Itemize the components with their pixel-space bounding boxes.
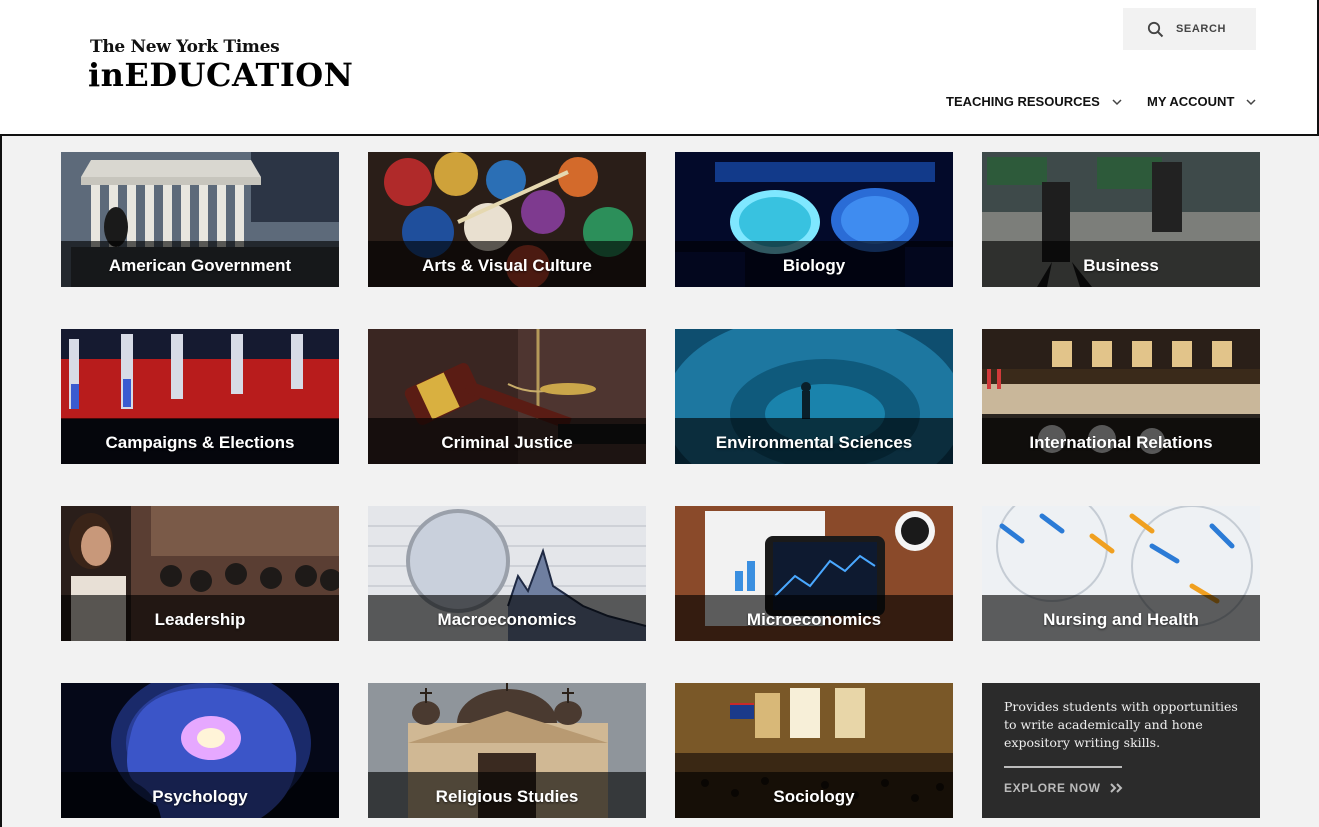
subject-tile-macroeconomics[interactable]: Macroeconomics bbox=[368, 506, 646, 641]
subject-tile-sociology[interactable]: Sociology bbox=[675, 683, 953, 818]
search-button[interactable]: SEARCH bbox=[1123, 8, 1256, 50]
subject-tile-american-government[interactable]: American Government bbox=[61, 152, 339, 287]
chevron-down-icon bbox=[1246, 98, 1256, 105]
search-icon bbox=[1147, 21, 1164, 37]
promo-description: Provides students with opportunities to … bbox=[1004, 699, 1238, 750]
subject-tile-campaigns-elections[interactable]: Campaigns & Elections bbox=[61, 329, 339, 464]
subject-label: Biology bbox=[782, 256, 846, 275]
nav-teaching-resources-label: TEACHING RESOURCES bbox=[946, 94, 1100, 109]
nav-my-account-label: MY ACCOUNT bbox=[1147, 94, 1235, 109]
subject-label: Criminal Justice bbox=[441, 433, 573, 452]
subject-label: Psychology bbox=[152, 787, 248, 806]
subject-tile-international-relations[interactable]: International Relations bbox=[982, 329, 1260, 464]
double-chevron-right-icon bbox=[1109, 783, 1123, 793]
subject-label: Leadership bbox=[154, 610, 246, 629]
subject-label: Environmental Sciences bbox=[715, 433, 913, 452]
subject-label: Macroeconomics bbox=[437, 610, 577, 629]
promo-divider bbox=[1004, 766, 1122, 768]
subject-tile-nursing-health[interactable]: Nursing and Health bbox=[982, 506, 1260, 641]
subject-tile-arts-visual-culture[interactable]: Arts & Visual Culture bbox=[368, 152, 646, 287]
nav-teaching-resources[interactable]: TEACHING RESOURCES bbox=[946, 94, 1124, 109]
subject-label: Sociology bbox=[773, 787, 855, 806]
nav-my-account[interactable]: MY ACCOUNT bbox=[1147, 94, 1258, 109]
explore-now-link[interactable]: EXPLORE NOW bbox=[1004, 781, 1238, 795]
subject-label: Campaigns & Elections bbox=[105, 433, 295, 452]
chevron-down-icon bbox=[1112, 98, 1122, 105]
ineducation-logo[interactable]: inEDUCATION bbox=[88, 56, 353, 94]
subject-label: International Relations bbox=[1029, 433, 1213, 452]
subject-tile-leadership[interactable]: Leadership bbox=[61, 506, 339, 641]
subject-tile-business[interactable]: Business bbox=[982, 152, 1260, 287]
explore-now-label: EXPLORE NOW bbox=[1004, 781, 1101, 795]
site-header: The New York Times inEDUCATION SEARCH TE… bbox=[0, 0, 1319, 136]
subject-label: Arts & Visual Culture bbox=[422, 256, 592, 275]
subject-label: Religious Studies bbox=[435, 787, 579, 806]
subject-label: American Government bbox=[108, 256, 292, 275]
nyt-logo[interactable]: The New York Times bbox=[90, 37, 280, 57]
writing-promo-card[interactable]: Provides students with opportunities to … bbox=[982, 683, 1260, 818]
subject-tile-psychology[interactable]: Psychology bbox=[61, 683, 339, 818]
subject-label: Nursing and Health bbox=[1043, 610, 1199, 629]
subject-tile-criminal-justice[interactable]: Criminal Justice bbox=[368, 329, 646, 464]
subject-tile-environmental-sciences[interactable]: Environmental Sciences bbox=[675, 329, 953, 464]
subject-label: Microeconomics bbox=[746, 610, 882, 629]
subject-grid-area: American Government Arts & Visual Cultur… bbox=[2, 136, 1319, 827]
subject-tile-biology[interactable]: Biology bbox=[675, 152, 953, 287]
subject-tile-religious-studies[interactable]: Religious Studies bbox=[368, 683, 646, 818]
subject-tile-microeconomics[interactable]: Microeconomics bbox=[675, 506, 953, 641]
search-label: SEARCH bbox=[1176, 23, 1227, 35]
subject-grid: American Government Arts & Visual Cultur… bbox=[61, 152, 1260, 818]
subject-label: Business bbox=[1083, 256, 1159, 275]
